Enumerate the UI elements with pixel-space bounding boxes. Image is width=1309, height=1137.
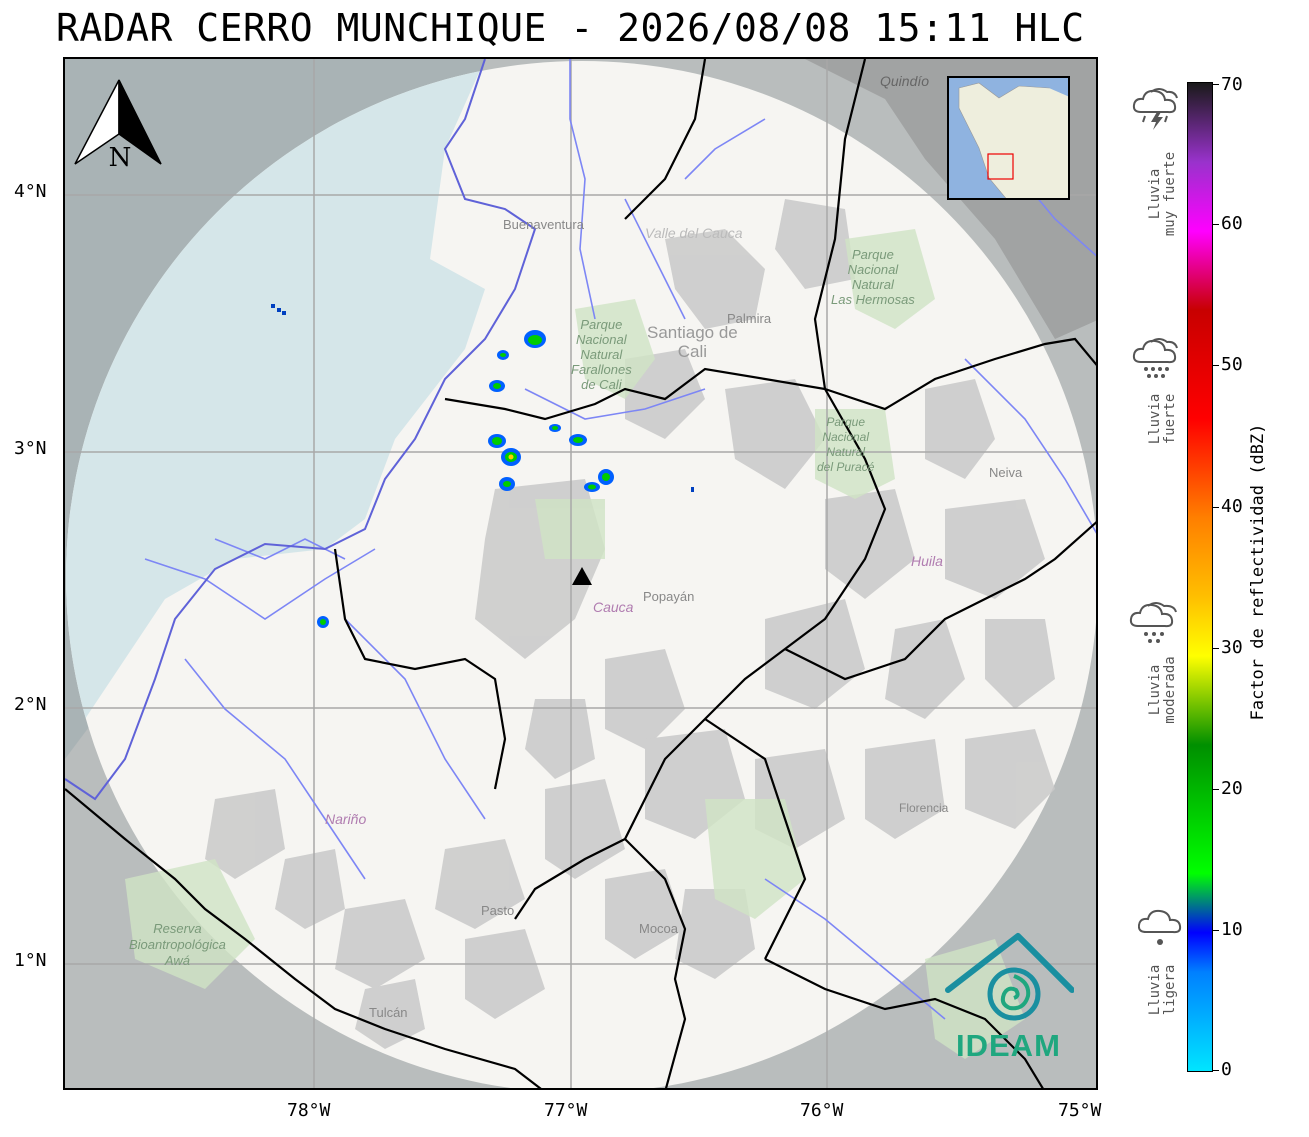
- cb-label-10: 10: [1221, 919, 1243, 940]
- cb-label-30: 30: [1221, 637, 1243, 658]
- inset-map-svg: [949, 78, 1068, 198]
- cb-tick: [1213, 930, 1219, 931]
- rain-label-muy-fuerte: Lluvia muy fuerte: [1147, 151, 1178, 237]
- rain-label-line1: Lluvia: [1147, 964, 1163, 1016]
- lon-label-76w: 76°W: [800, 1100, 844, 1121]
- rain-label-line1: Lluvia: [1147, 168, 1163, 220]
- north-arrow-icon: N: [74, 79, 162, 173]
- cb-tick: [1213, 648, 1219, 649]
- cb-label-70: 70: [1221, 74, 1243, 95]
- echo-cluster: [524, 330, 546, 348]
- cb-label-40: 40: [1221, 496, 1243, 517]
- lat-label-1n: 1°N: [14, 950, 47, 971]
- heavy-rain-cloud-icon: [1131, 336, 1181, 386]
- rain-label-line1: Lluvia: [1147, 664, 1163, 716]
- lat-label-4n: 4°N: [14, 181, 47, 202]
- inset-locator-map: [947, 76, 1070, 200]
- cb-label-0: 0: [1221, 1059, 1232, 1080]
- rain-label-fuerte: Lluvia fuerte: [1147, 393, 1178, 445]
- cb-tick: [1213, 789, 1219, 790]
- cb-tick: [1213, 84, 1219, 85]
- colorbar-title: Factor de reflectividad (dBZ): [1248, 423, 1268, 721]
- cb-tick: [1213, 365, 1219, 366]
- lon-label-77w: 77°W: [544, 1100, 588, 1121]
- rain-label-line2: fuerte: [1162, 393, 1178, 445]
- moderate-rain-cloud-icon: [1128, 600, 1182, 650]
- rain-label-ligera: Lluvia ligera: [1147, 964, 1178, 1016]
- reflectivity-colorbar: [1187, 82, 1213, 1072]
- north-arrow-label: N: [109, 143, 132, 170]
- rain-label-moderada: Lluvia moderada: [1147, 656, 1178, 724]
- cb-tick: [1213, 507, 1219, 508]
- cb-tick: [1213, 224, 1219, 225]
- lat-label-2n: 2°N: [14, 694, 47, 715]
- cb-tick: [1213, 1070, 1219, 1071]
- rain-label-line2: moderada: [1162, 656, 1178, 724]
- cb-label-60: 60: [1221, 213, 1243, 234]
- light-rain-cloud-icon: [1137, 906, 1184, 956]
- rain-label-line1: Lluvia: [1147, 393, 1163, 445]
- thunderstorm-cloud-icon: [1131, 86, 1181, 136]
- north-arrow: N: [73, 78, 165, 174]
- lat-label-3n: 3°N: [14, 438, 47, 459]
- cb-label-20: 20: [1221, 778, 1243, 799]
- rain-label-line2: muy fuerte: [1162, 151, 1178, 237]
- radar-map[interactable]: Buenaventura Valle del Cauca Quindío Par…: [63, 57, 1098, 1090]
- lon-label-75w: 75°W: [1058, 1100, 1102, 1121]
- lon-label-78w: 78°W: [287, 1100, 331, 1121]
- cb-label-50: 50: [1221, 354, 1243, 375]
- ideam-logo-text: IDEAM: [956, 1028, 1061, 1063]
- ideam-logo-icon: [945, 933, 1075, 1021]
- rain-label-line2: ligera: [1162, 964, 1178, 1016]
- map-title: RADAR CERRO MUNCHIQUE - 2026/08/08 15:11…: [56, 6, 1085, 50]
- ideam-logo: [944, 932, 1075, 1032]
